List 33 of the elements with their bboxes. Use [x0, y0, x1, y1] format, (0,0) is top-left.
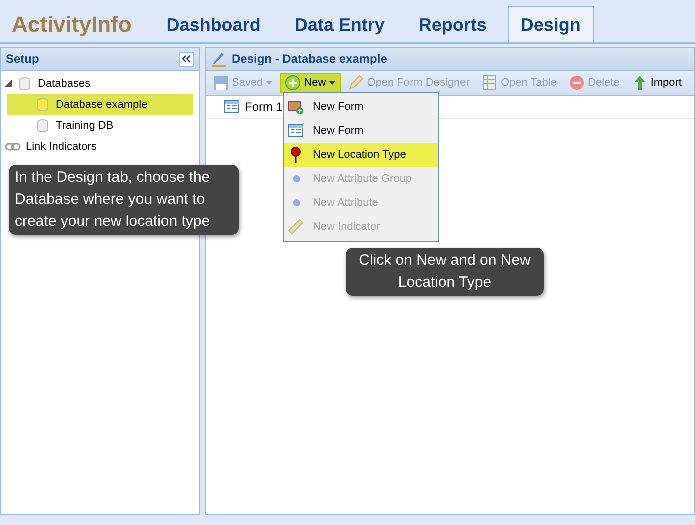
menu-item[interactable]: New Form: [284, 95, 438, 119]
map-pin-icon: [288, 147, 304, 163]
app-logo: ActivityInfo: [12, 12, 132, 38]
toolbar-button[interactable]: Import: [626, 73, 687, 93]
panel-title: Design - Database example: [232, 52, 388, 66]
nav-tab[interactable]: Dashboard: [154, 6, 274, 42]
ruler-pencil-icon: [211, 51, 227, 67]
collapse-button[interactable]: [179, 52, 194, 66]
database-icon: [17, 76, 33, 92]
plus-circle-icon: [285, 75, 302, 91]
form-add-icon: [288, 99, 304, 115]
minus-circle-icon: [569, 75, 586, 91]
double-chevron-left-icon: [182, 55, 191, 63]
tree-item[interactable]: Link Indicators: [1, 136, 199, 157]
expanded-triangle-icon[interactable]: [5, 80, 12, 87]
menu-item[interactable]: New Form: [284, 119, 438, 143]
database-icon: [35, 96, 51, 112]
tree-item[interactable]: Databases: [1, 73, 199, 94]
form-icon: [224, 99, 240, 115]
tooltip-callout: In the Design tab, choose the Database where you want to create your new location type: [9, 165, 239, 235]
tree-item[interactable]: Database example: [7, 94, 193, 115]
tooltip-callout: Click on New and on New Location Type: [346, 248, 544, 296]
nav-tab[interactable]: Reports: [406, 6, 500, 42]
ruler-icon: [288, 219, 304, 235]
form-icon: [288, 123, 304, 139]
table-icon: [482, 75, 498, 91]
menu-item[interactable]: New Location Type: [284, 143, 438, 167]
database-icon: [35, 118, 51, 134]
tree-item[interactable]: Training DB: [7, 115, 193, 136]
nav-tab[interactable]: Design: [508, 6, 594, 42]
toolbar-button[interactable]: New: [280, 73, 342, 93]
nav-tab[interactable]: Data Entry: [282, 6, 398, 42]
panel-title: Setup: [6, 52, 40, 66]
